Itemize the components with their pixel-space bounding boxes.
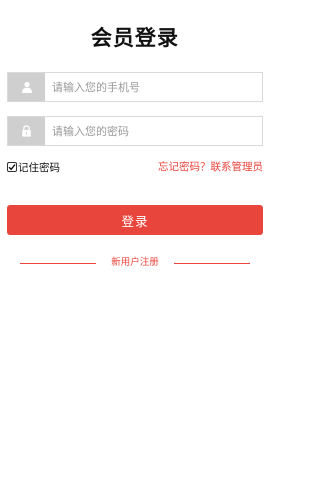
remember-password[interactable]: 记住密码 <box>7 160 60 174</box>
checkmark-icon <box>8 164 16 171</box>
remember-checkbox[interactable] <box>7 162 17 172</box>
password-field[interactable] <box>7 116 263 146</box>
remember-label: 记住密码 <box>18 161 60 174</box>
forgot-password-link[interactable]: 忘记密码？联系管理员 <box>158 160 263 174</box>
user-icon <box>8 73 45 101</box>
page-title: 会员登录 <box>91 26 179 50</box>
login-button[interactable]: 登录 <box>7 205 263 235</box>
phone-field[interactable] <box>7 72 263 102</box>
phone-input[interactable] <box>52 73 258 101</box>
lock-icon <box>8 117 45 145</box>
divider-right <box>174 263 250 264</box>
register-row: 新用户注册 <box>0 256 270 270</box>
password-input[interactable] <box>52 117 258 145</box>
register-link[interactable]: 新用户注册 <box>96 256 174 270</box>
divider-left <box>20 263 96 264</box>
